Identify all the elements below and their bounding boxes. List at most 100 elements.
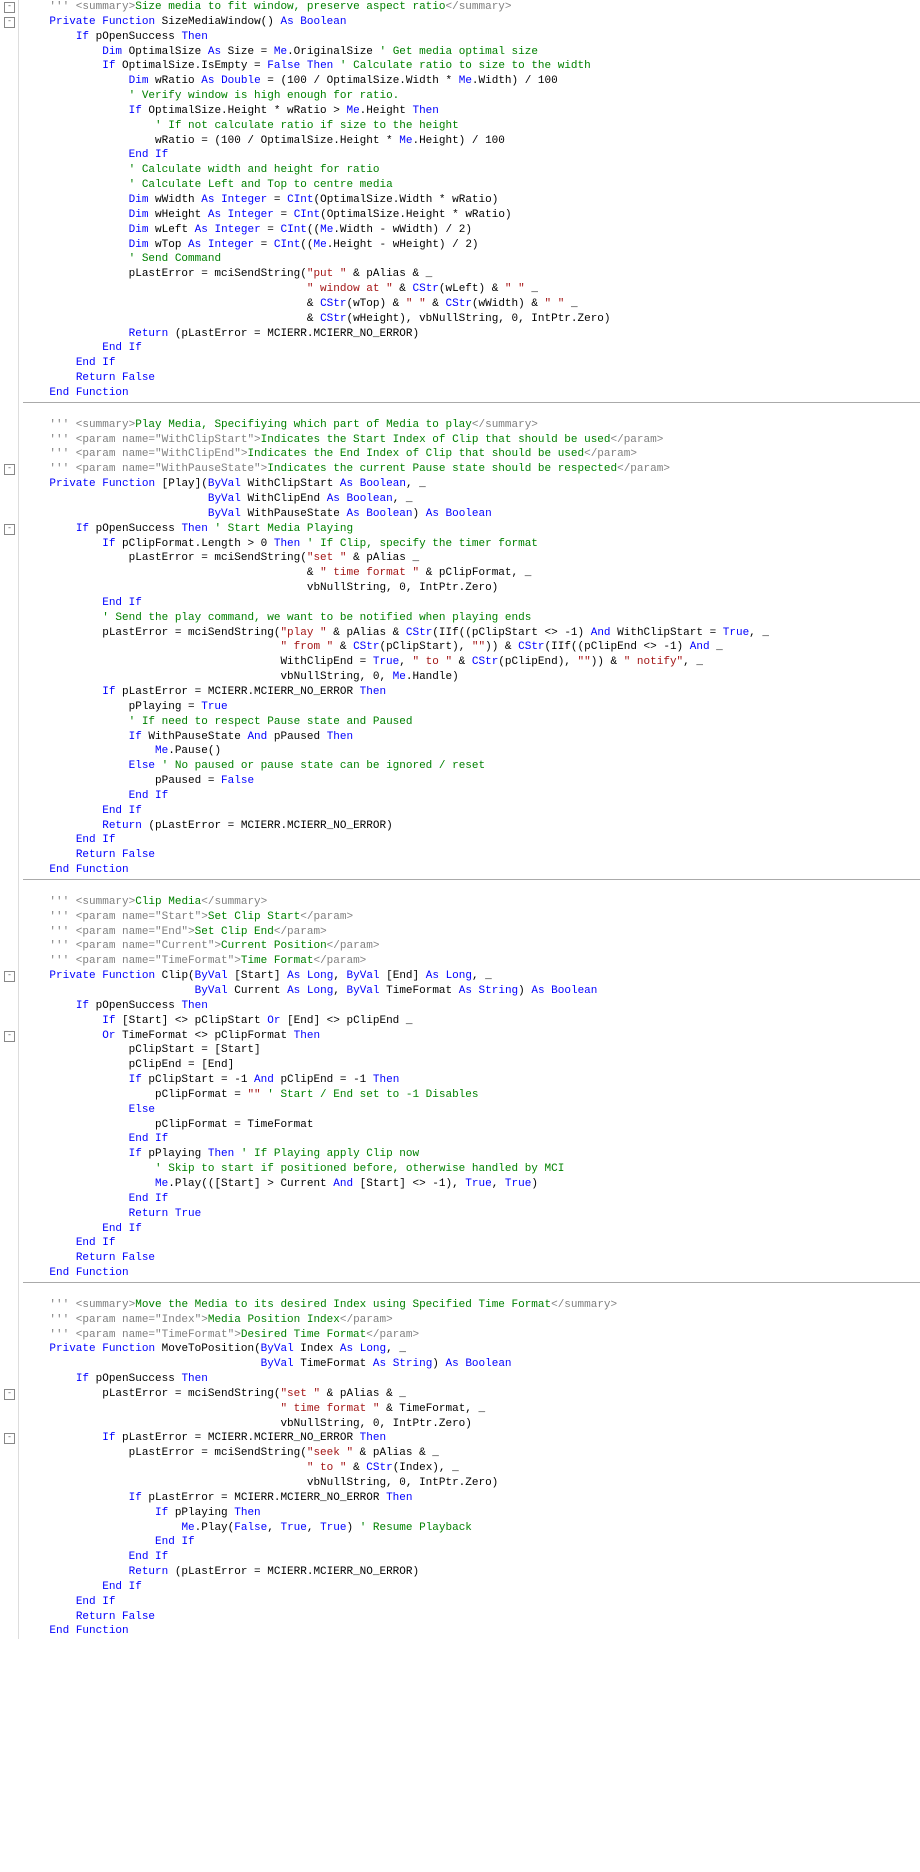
code-line: pPlaying = True xyxy=(23,700,920,715)
code-line: If pLastError = MCIERR.MCIERR_NO_ERROR T… xyxy=(23,1491,920,1506)
code-line xyxy=(23,1284,920,1298)
code-line: End Function xyxy=(23,863,920,878)
code-line: ' Calculate Left and Top to centre media xyxy=(23,178,920,193)
code-line: ''' <param name="TimeFormat">Desired Tim… xyxy=(23,1328,920,1343)
code-line: If pClipFormat.Length > 0 Then ' If Clip… xyxy=(23,537,920,552)
code-line: Private Function MoveToPosition(ByVal In… xyxy=(23,1342,920,1357)
code-line: pPaused = False xyxy=(23,774,920,789)
code-line: Dim wTop As Integer = CInt((Me.Height - … xyxy=(23,238,920,253)
fold-toggle[interactable]: - xyxy=(4,464,15,475)
code-line: Dim wLeft As Integer = CInt((Me.Width - … xyxy=(23,223,920,238)
code-line: ''' <param name="WithPauseState">Indicat… xyxy=(23,462,920,477)
code-line: Private Function [Play](ByVal WithClipSt… xyxy=(23,477,920,492)
section-separator xyxy=(23,879,920,880)
code-line: ' Send Command xyxy=(23,252,920,267)
code-line: ''' <param name="WithClipEnd">Indicates … xyxy=(23,447,920,462)
code-line: Else ' No paused or pause state can be i… xyxy=(23,759,920,774)
code-line: Dim wWidth As Integer = CInt(OptimalSize… xyxy=(23,193,920,208)
code-line: End If xyxy=(23,1236,920,1251)
code-line: If pOpenSuccess Then xyxy=(23,999,920,1014)
code-line: End If xyxy=(23,356,920,371)
code-line: Private Function Clip(ByVal [Start] As L… xyxy=(23,969,920,984)
code-line: If WithPauseState And pPaused Then xyxy=(23,730,920,745)
fold-toggle[interactable]: - xyxy=(4,971,15,982)
code-line: End If xyxy=(23,789,920,804)
code-line: vbNullString, 0, IntPtr.Zero) xyxy=(23,1476,920,1491)
code-line: Dim wHeight As Integer = CInt(OptimalSiz… xyxy=(23,208,920,223)
code-line: & " time format " & pClipFormat, _ xyxy=(23,566,920,581)
code-line: Me.Play(False, True, True) ' Resume Play… xyxy=(23,1521,920,1536)
code-line: End If xyxy=(23,1222,920,1237)
code-line: Return False xyxy=(23,1251,920,1266)
code-line: If pOpenSuccess Then xyxy=(23,1372,920,1387)
code-line: " to " & CStr(Index), _ xyxy=(23,1461,920,1476)
code-line: pLastError = mciSendString("play " & pAl… xyxy=(23,626,920,641)
code-line: ByVal Current As Long, ByVal TimeFormat … xyxy=(23,984,920,999)
code-line: Or TimeFormat <> pClipFormat Then xyxy=(23,1029,920,1044)
code-line: End If xyxy=(23,596,920,611)
fold-toggle[interactable]: - xyxy=(4,1031,15,1042)
code-line: End If xyxy=(23,1595,920,1610)
code-line: pLastError = mciSendString("seek " & pAl… xyxy=(23,1446,920,1461)
code-line: End Function xyxy=(23,1624,920,1639)
code-line: ''' <param name="Current">Current Positi… xyxy=(23,939,920,954)
code-line: If pPlaying Then ' If Playing apply Clip… xyxy=(23,1147,920,1162)
code-line: End If xyxy=(23,1580,920,1595)
code-line: ''' <param name="End">Set Clip End</para… xyxy=(23,925,920,940)
code-line: ''' <summary>Play Media, Specifiying whi… xyxy=(23,418,920,433)
code-line: pLastError = mciSendString("set " & pAli… xyxy=(23,551,920,566)
code-line: If pClipStart = -1 And pClipEnd = -1 The… xyxy=(23,1073,920,1088)
code-editor: - - - - - - - - ''' <summary>Size media to fit … xyxy=(0,0,920,1639)
code-line: Return (pLastError = MCIERR.MCIERR_NO_ER… xyxy=(23,1565,920,1580)
code-line: ByVal WithPauseState As Boolean) As Bool… xyxy=(23,507,920,522)
code-line: If OptimalSize.IsEmpty = False Then ' Ca… xyxy=(23,59,920,74)
code-line: Return False xyxy=(23,1610,920,1625)
code-line: ' Skip to start if positioned before, ot… xyxy=(23,1162,920,1177)
code-line: End If xyxy=(23,148,920,163)
code-line: " from " & CStr(pClipStart), "")) & CStr… xyxy=(23,640,920,655)
code-line: pClipEnd = [End] xyxy=(23,1058,920,1073)
code-line: End If xyxy=(23,1535,920,1550)
code-line: If pLastError = MCIERR.MCIERR_NO_ERROR T… xyxy=(23,685,920,700)
code-line: If pPlaying Then xyxy=(23,1506,920,1521)
code-line: Return False xyxy=(23,848,920,863)
code-line: " window at " & CStr(wLeft) & " " _ xyxy=(23,282,920,297)
code-line: ''' <param name="TimeFormat">Time Format… xyxy=(23,954,920,969)
code-line: ' Verify window is high enough for ratio… xyxy=(23,89,920,104)
code-line: End If xyxy=(23,1192,920,1207)
fold-toggle[interactable]: - xyxy=(4,2,15,13)
code-line: End If xyxy=(23,1132,920,1147)
code-line: ByVal TimeFormat As String) As Boolean xyxy=(23,1357,920,1372)
code-line: ' Send the play command, we want to be n… xyxy=(23,611,920,626)
code-line: End Function xyxy=(23,1266,920,1281)
code-line: pClipFormat = TimeFormat xyxy=(23,1118,920,1133)
fold-toggle[interactable]: - xyxy=(4,1433,15,1444)
code-line: End Function xyxy=(23,386,920,401)
code-line: ' If not calculate ratio if size to the … xyxy=(23,119,920,134)
code-line: & CStr(wHeight), vbNullString, 0, IntPtr… xyxy=(23,312,920,327)
fold-toggle[interactable]: - xyxy=(4,17,15,28)
code-area: ''' <summary>Size media to fit window, p… xyxy=(19,0,920,1639)
section-separator xyxy=(23,402,920,403)
code-line: ''' <param name="Index">Media Position I… xyxy=(23,1313,920,1328)
fold-gutter: - - - - - - - - xyxy=(0,0,19,1639)
code-line: WithClipEnd = True, " to " & CStr(pClipE… xyxy=(23,655,920,670)
code-line: ''' <param name="WithClipStart">Indicate… xyxy=(23,433,920,448)
code-line: Private Function SizeMediaWindow() As Bo… xyxy=(23,15,920,30)
code-line: pLastError = mciSendString("set " & pAli… xyxy=(23,1387,920,1402)
code-line: Dim wRatio As Double = (100 / OptimalSiz… xyxy=(23,74,920,89)
code-line: vbNullString, 0, Me.Handle) xyxy=(23,670,920,685)
code-line: ''' <param name="Start">Set Clip Start</… xyxy=(23,910,920,925)
code-line: Return (pLastError = MCIERR.MCIERR_NO_ER… xyxy=(23,327,920,342)
code-line: If OptimalSize.Height * wRatio > Me.Heig… xyxy=(23,104,920,119)
code-line: End If xyxy=(23,804,920,819)
code-line: Me.Pause() xyxy=(23,744,920,759)
code-line xyxy=(23,881,920,895)
code-line: ''' <summary>Move the Media to its desir… xyxy=(23,1298,920,1313)
code-line: End If xyxy=(23,1550,920,1565)
fold-toggle[interactable]: - xyxy=(4,1389,15,1400)
code-line: pLastError = mciSendString("put " & pAli… xyxy=(23,267,920,282)
fold-toggle[interactable]: - xyxy=(4,524,15,535)
code-line: End If xyxy=(23,341,920,356)
code-line: Return True xyxy=(23,1207,920,1222)
